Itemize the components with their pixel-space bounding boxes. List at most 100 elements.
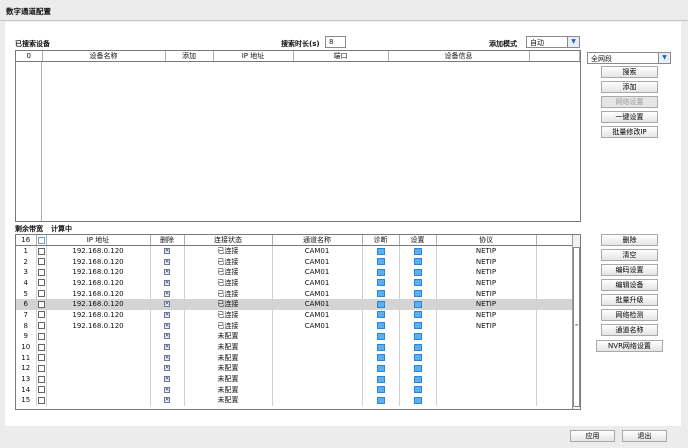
network-detect-button[interactable]: 网络检测 <box>601 309 658 321</box>
delete-icon[interactable]: ✕ <box>164 344 170 351</box>
diagnose-icon[interactable] <box>376 268 385 276</box>
row-settings-cell[interactable] <box>399 320 437 331</box>
row-delete-cell[interactable]: ✕ <box>150 266 185 278</box>
found-devices-table[interactable]: 0 设备名称 添加 IP 地址 端口 设备信息 <box>15 50 581 222</box>
row-diagnose-cell[interactable] <box>362 373 400 385</box>
diagnose-icon[interactable] <box>376 332 385 340</box>
table-row[interactable]: 9 ✕ 未配置 <box>16 331 574 342</box>
edit-device-button[interactable]: 编辑设备 <box>601 279 658 291</box>
settings-icon[interactable] <box>413 354 422 362</box>
col-diagnose[interactable]: 诊断 <box>362 235 400 246</box>
exit-button[interactable]: 退出 <box>622 430 667 442</box>
table-row[interactable]: 4 192.168.0.120 ✕ 已连接 CAM01 NETIP <box>16 277 574 289</box>
row-select-cell[interactable] <box>36 384 47 396</box>
table-row[interactable]: 14 ✕ 未配置 <box>16 384 574 396</box>
col-add[interactable]: 添加 <box>165 51 214 62</box>
row-select-cell[interactable] <box>36 363 47 374</box>
delete-icon[interactable]: ✕ <box>164 397 170 404</box>
settings-icon[interactable] <box>413 332 422 340</box>
table-row[interactable]: 1 192.168.0.120 ✕ 已连接 CAM01 NETIP <box>16 245 574 257</box>
row-checkbox[interactable] <box>37 279 45 287</box>
clear-button[interactable]: 清空 <box>601 249 658 261</box>
scrollbar-thumb[interactable]: ≡ <box>573 247 580 407</box>
row-select-cell[interactable] <box>36 309 47 321</box>
row-select-cell[interactable] <box>36 352 47 364</box>
delete-icon[interactable]: ✕ <box>164 354 170 361</box>
row-diagnose-cell[interactable] <box>362 320 400 331</box>
settings-icon[interactable] <box>413 343 422 351</box>
col-port[interactable]: 端口 <box>293 51 389 62</box>
row-checkbox[interactable] <box>37 322 45 330</box>
row-diagnose-cell[interactable] <box>362 245 400 257</box>
settings-icon[interactable] <box>413 300 422 308</box>
row-checkbox[interactable] <box>37 290 45 298</box>
diagnose-icon[interactable] <box>376 290 385 298</box>
col-device-name[interactable]: 设备名称 <box>42 51 166 62</box>
row-diagnose-cell[interactable] <box>362 331 400 342</box>
row-delete-cell[interactable]: ✕ <box>150 331 185 342</box>
add-button[interactable]: 添加 <box>601 81 658 93</box>
row-settings-cell[interactable] <box>399 384 437 396</box>
delete-icon[interactable]: ✕ <box>164 279 170 286</box>
row-select-cell[interactable] <box>36 256 47 267</box>
row-delete-cell[interactable]: ✕ <box>150 373 185 385</box>
row-checkbox[interactable] <box>37 354 45 362</box>
nvr-network-settings-button[interactable]: NVR网络设置 <box>596 340 663 352</box>
delete-icon[interactable]: ✕ <box>164 322 170 329</box>
row-diagnose-cell[interactable] <box>362 395 400 406</box>
delete-icon[interactable]: ✕ <box>164 386 170 393</box>
delete-icon[interactable]: ✕ <box>164 301 170 308</box>
search-duration-input[interactable]: 8 <box>325 36 346 48</box>
diagnose-icon[interactable] <box>376 247 385 255</box>
col-delete[interactable]: 删除 <box>150 235 185 246</box>
row-delete-cell[interactable]: ✕ <box>150 384 185 396</box>
settings-icon[interactable] <box>413 386 422 394</box>
col-device-info[interactable]: 设备信息 <box>388 51 530 62</box>
settings-icon[interactable] <box>413 364 422 372</box>
col-settings[interactable]: 设置 <box>399 235 437 246</box>
settings-icon[interactable] <box>413 375 422 383</box>
row-delete-cell[interactable]: ✕ <box>150 309 185 321</box>
settings-icon[interactable] <box>413 258 422 266</box>
table-row[interactable]: 2 192.168.0.120 ✕ 已连接 CAM01 NETIP <box>16 256 574 267</box>
delete-icon[interactable]: ✕ <box>164 258 170 265</box>
row-select-cell[interactable] <box>36 266 47 278</box>
diagnose-icon[interactable] <box>376 311 385 319</box>
network-settings-button[interactable]: 网络设置 <box>601 96 658 108</box>
col-status[interactable]: 连接状态 <box>184 235 273 246</box>
settings-icon[interactable] <box>413 247 422 255</box>
row-diagnose-cell[interactable] <box>362 309 400 321</box>
table-row[interactable]: 7 192.168.0.120 ✕ 已连接 CAM01 NETIP <box>16 309 574 321</box>
row-settings-cell[interactable] <box>399 298 437 310</box>
row-select-cell[interactable] <box>36 298 47 310</box>
table-row[interactable]: 3 192.168.0.120 ✕ 已连接 CAM01 NETIP <box>16 266 574 278</box>
row-settings-cell[interactable] <box>399 277 437 289</box>
table-row[interactable]: 12 ✕ 未配置 <box>16 363 574 374</box>
row-delete-cell[interactable]: ✕ <box>150 245 185 257</box>
row-settings-cell[interactable] <box>399 352 437 364</box>
row-checkbox[interactable] <box>37 343 45 351</box>
row-diagnose-cell[interactable] <box>362 256 400 267</box>
row-select-cell[interactable] <box>36 245 47 257</box>
row-settings-cell[interactable] <box>399 266 437 278</box>
select-all-checkbox[interactable] <box>37 236 45 244</box>
row-settings-cell[interactable] <box>399 395 437 406</box>
row-checkbox[interactable] <box>37 396 45 404</box>
batch-modify-ip-button[interactable]: 批量修改IP <box>601 126 658 138</box>
diagnose-icon[interactable] <box>376 300 385 308</box>
row-diagnose-cell[interactable] <box>362 277 400 289</box>
settings-icon[interactable] <box>413 268 422 276</box>
table-row[interactable]: 8 192.168.0.120 ✕ 已连接 CAM01 NETIP <box>16 320 574 331</box>
table-row[interactable]: 6 192.168.0.120 ✕ 已连接 CAM01 NETIP <box>16 298 574 310</box>
col-channel-name[interactable]: 通道名称 <box>272 235 363 246</box>
row-checkbox[interactable] <box>37 386 45 394</box>
row-checkbox[interactable] <box>37 375 45 383</box>
batch-upgrade-button[interactable]: 批量升级 <box>601 294 658 306</box>
row-settings-cell[interactable] <box>399 288 437 299</box>
row-diagnose-cell[interactable] <box>362 341 400 353</box>
settings-icon[interactable] <box>413 322 422 330</box>
row-delete-cell[interactable]: ✕ <box>150 352 185 364</box>
delete-icon[interactable]: ✕ <box>164 376 170 383</box>
row-checkbox[interactable] <box>37 258 45 266</box>
apply-button[interactable]: 应用 <box>570 430 615 442</box>
